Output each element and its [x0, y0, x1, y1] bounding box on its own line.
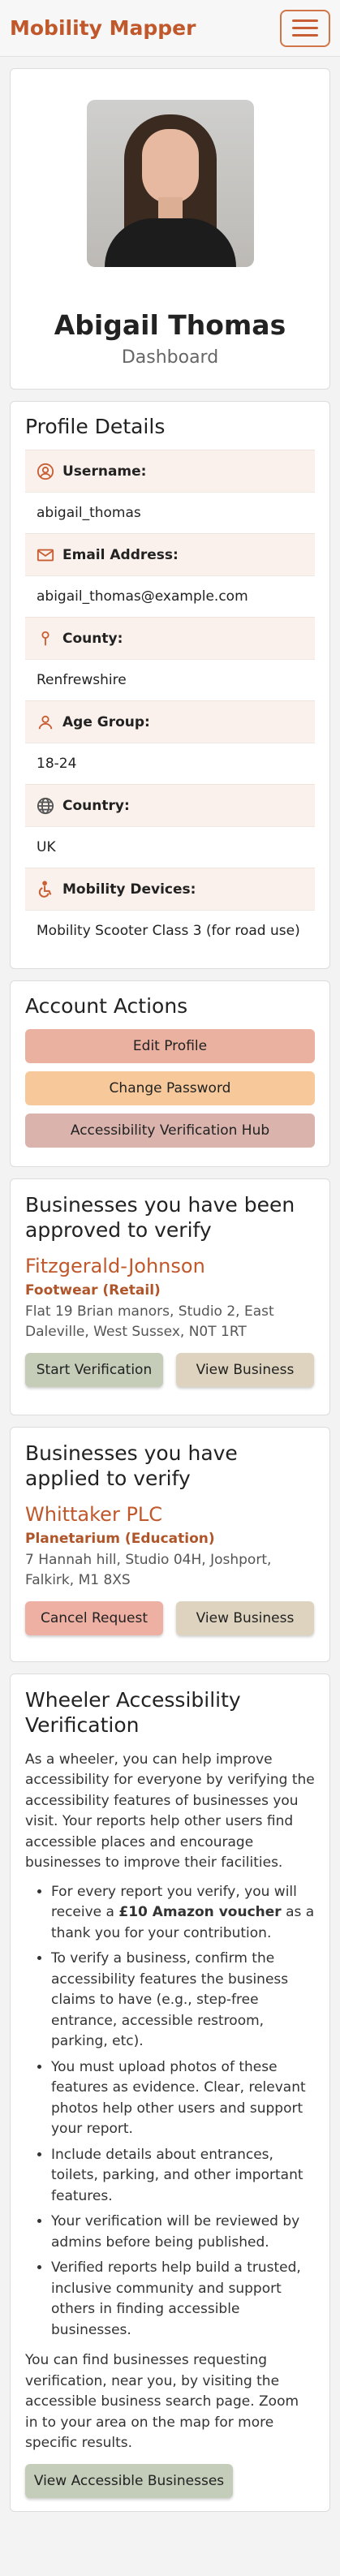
- globe-icon: [37, 797, 54, 814]
- list-item: Your verification will be reviewed by ad…: [51, 2212, 315, 2253]
- approved-business-actions: Start Verification View Business: [25, 1352, 315, 1387]
- country-label-row: Country:: [25, 784, 315, 826]
- business-category: Planetarium (Education): [25, 1530, 215, 1547]
- change-password-button[interactable]: Change Password: [25, 1071, 315, 1105]
- username-label-row: Username:: [25, 450, 315, 492]
- account-actions-title: Account Actions: [25, 994, 188, 1018]
- approved-businesses-card: Businesses you have been approved to ver…: [10, 1178, 330, 1415]
- navbar: Mobility Mapper: [0, 0, 340, 57]
- account-actions-card: Account Actions Edit Profile Change Pass…: [10, 980, 330, 1167]
- profile-subtitle: Dashboard: [121, 347, 219, 368]
- applied-businesses-card: Businesses you have applied to verify Wh…: [10, 1427, 330, 1662]
- age-group-label-row: Age Group:: [25, 700, 315, 743]
- country-label: Country:: [62, 797, 130, 814]
- applied-businesses-title: Businesses you have applied to verify: [25, 1441, 238, 1491]
- list-item: To verify a business, confirm the access…: [51, 1949, 315, 2053]
- wheeler-outro: You can find businesses requesting verif…: [25, 2352, 299, 2451]
- avatar: [86, 100, 254, 267]
- business-address: 7 Hannah hill, Studio 04H, Joshport, Fal…: [25, 1551, 272, 1589]
- view-accessible-businesses-button[interactable]: View Accessible Businesses: [25, 2463, 233, 2498]
- view-business-button[interactable]: View Business: [176, 1352, 314, 1387]
- business-category: Footwear (Retail): [25, 1282, 161, 1299]
- mobility-devices-value: Mobility Scooter Class 3 (for road use): [25, 910, 315, 951]
- wheeler-guidelines-list: For every report you verify, you will re…: [25, 1882, 315, 2341]
- wheelchair-icon: [38, 880, 52, 898]
- list-item: Verified reports help build a trusted, i…: [51, 2258, 315, 2341]
- profile-name: Abigail Thomas: [54, 309, 286, 341]
- email-value: abigail_thomas@example.com: [25, 575, 315, 617]
- voucher-highlight: £10 Amazon voucher: [118, 1904, 282, 1920]
- email-label: Email Address:: [62, 546, 179, 563]
- username-label: Username:: [62, 463, 147, 480]
- list-item: Include details about entrances, toilets…: [51, 2145, 315, 2208]
- business-address: Flat 19 Brian manors, Studio 2, East Dal…: [25, 1303, 274, 1341]
- approved-businesses-title: Businesses you have been approved to ver…: [25, 1193, 295, 1243]
- hamburger-line: [292, 27, 318, 29]
- view-business-button[interactable]: View Business: [176, 1600, 314, 1635]
- accessibility-hub-button[interactable]: Accessibility Verification Hub: [25, 1114, 315, 1148]
- wheeler-verification-card: Wheeler Accessibility Verification As a …: [10, 1674, 330, 2512]
- start-verification-button[interactable]: Start Verification: [25, 1352, 163, 1387]
- county-value: Renfrewshire: [25, 659, 315, 700]
- edit-profile-button[interactable]: Edit Profile: [25, 1029, 315, 1063]
- profile-details-card: Profile Details Username: abigail_thomas…: [10, 401, 330, 969]
- mobility-devices-label-row: Mobility Devices:: [25, 868, 315, 910]
- brand-logo[interactable]: Mobility Mapper: [10, 16, 196, 40]
- county-label: County:: [62, 630, 123, 647]
- age-group-label: Age Group:: [62, 713, 150, 730]
- business-name: Whittaker PLC: [25, 1502, 163, 1526]
- hamburger-icon: [292, 19, 318, 22]
- profile-details-title: Profile Details: [25, 415, 166, 438]
- cancel-request-button[interactable]: Cancel Request: [25, 1600, 163, 1635]
- list-item: For every report you verify, you will re…: [51, 1882, 315, 1945]
- country-value: UK: [25, 826, 315, 868]
- age-group-value: 18-24: [25, 743, 315, 784]
- email-label-row: Email Address:: [25, 533, 315, 575]
- list-item: You must upload photos of these features…: [51, 2057, 315, 2140]
- user-circle-icon: [37, 463, 54, 480]
- wheeler-verification-title: Wheeler Accessibility Verification: [25, 1688, 241, 1738]
- wheeler-intro: As a wheeler, you can help improve acces…: [25, 1751, 315, 1872]
- username-value: abigail_thomas: [25, 492, 315, 533]
- county-label-row: County:: [25, 617, 315, 659]
- business-name: Fitzgerald-Johnson: [25, 1254, 205, 1277]
- mobility-devices-label: Mobility Devices:: [62, 881, 196, 898]
- envelope-icon: [37, 549, 54, 561]
- profile-card: Abigail Thomas Dashboard: [10, 68, 330, 390]
- map-pin-icon: [41, 631, 49, 645]
- applied-business-actions: Cancel Request View Business: [25, 1600, 315, 1635]
- person-icon: [38, 715, 53, 729]
- hamburger-line: [292, 34, 318, 37]
- menu-toggle-button[interactable]: [280, 9, 330, 47]
